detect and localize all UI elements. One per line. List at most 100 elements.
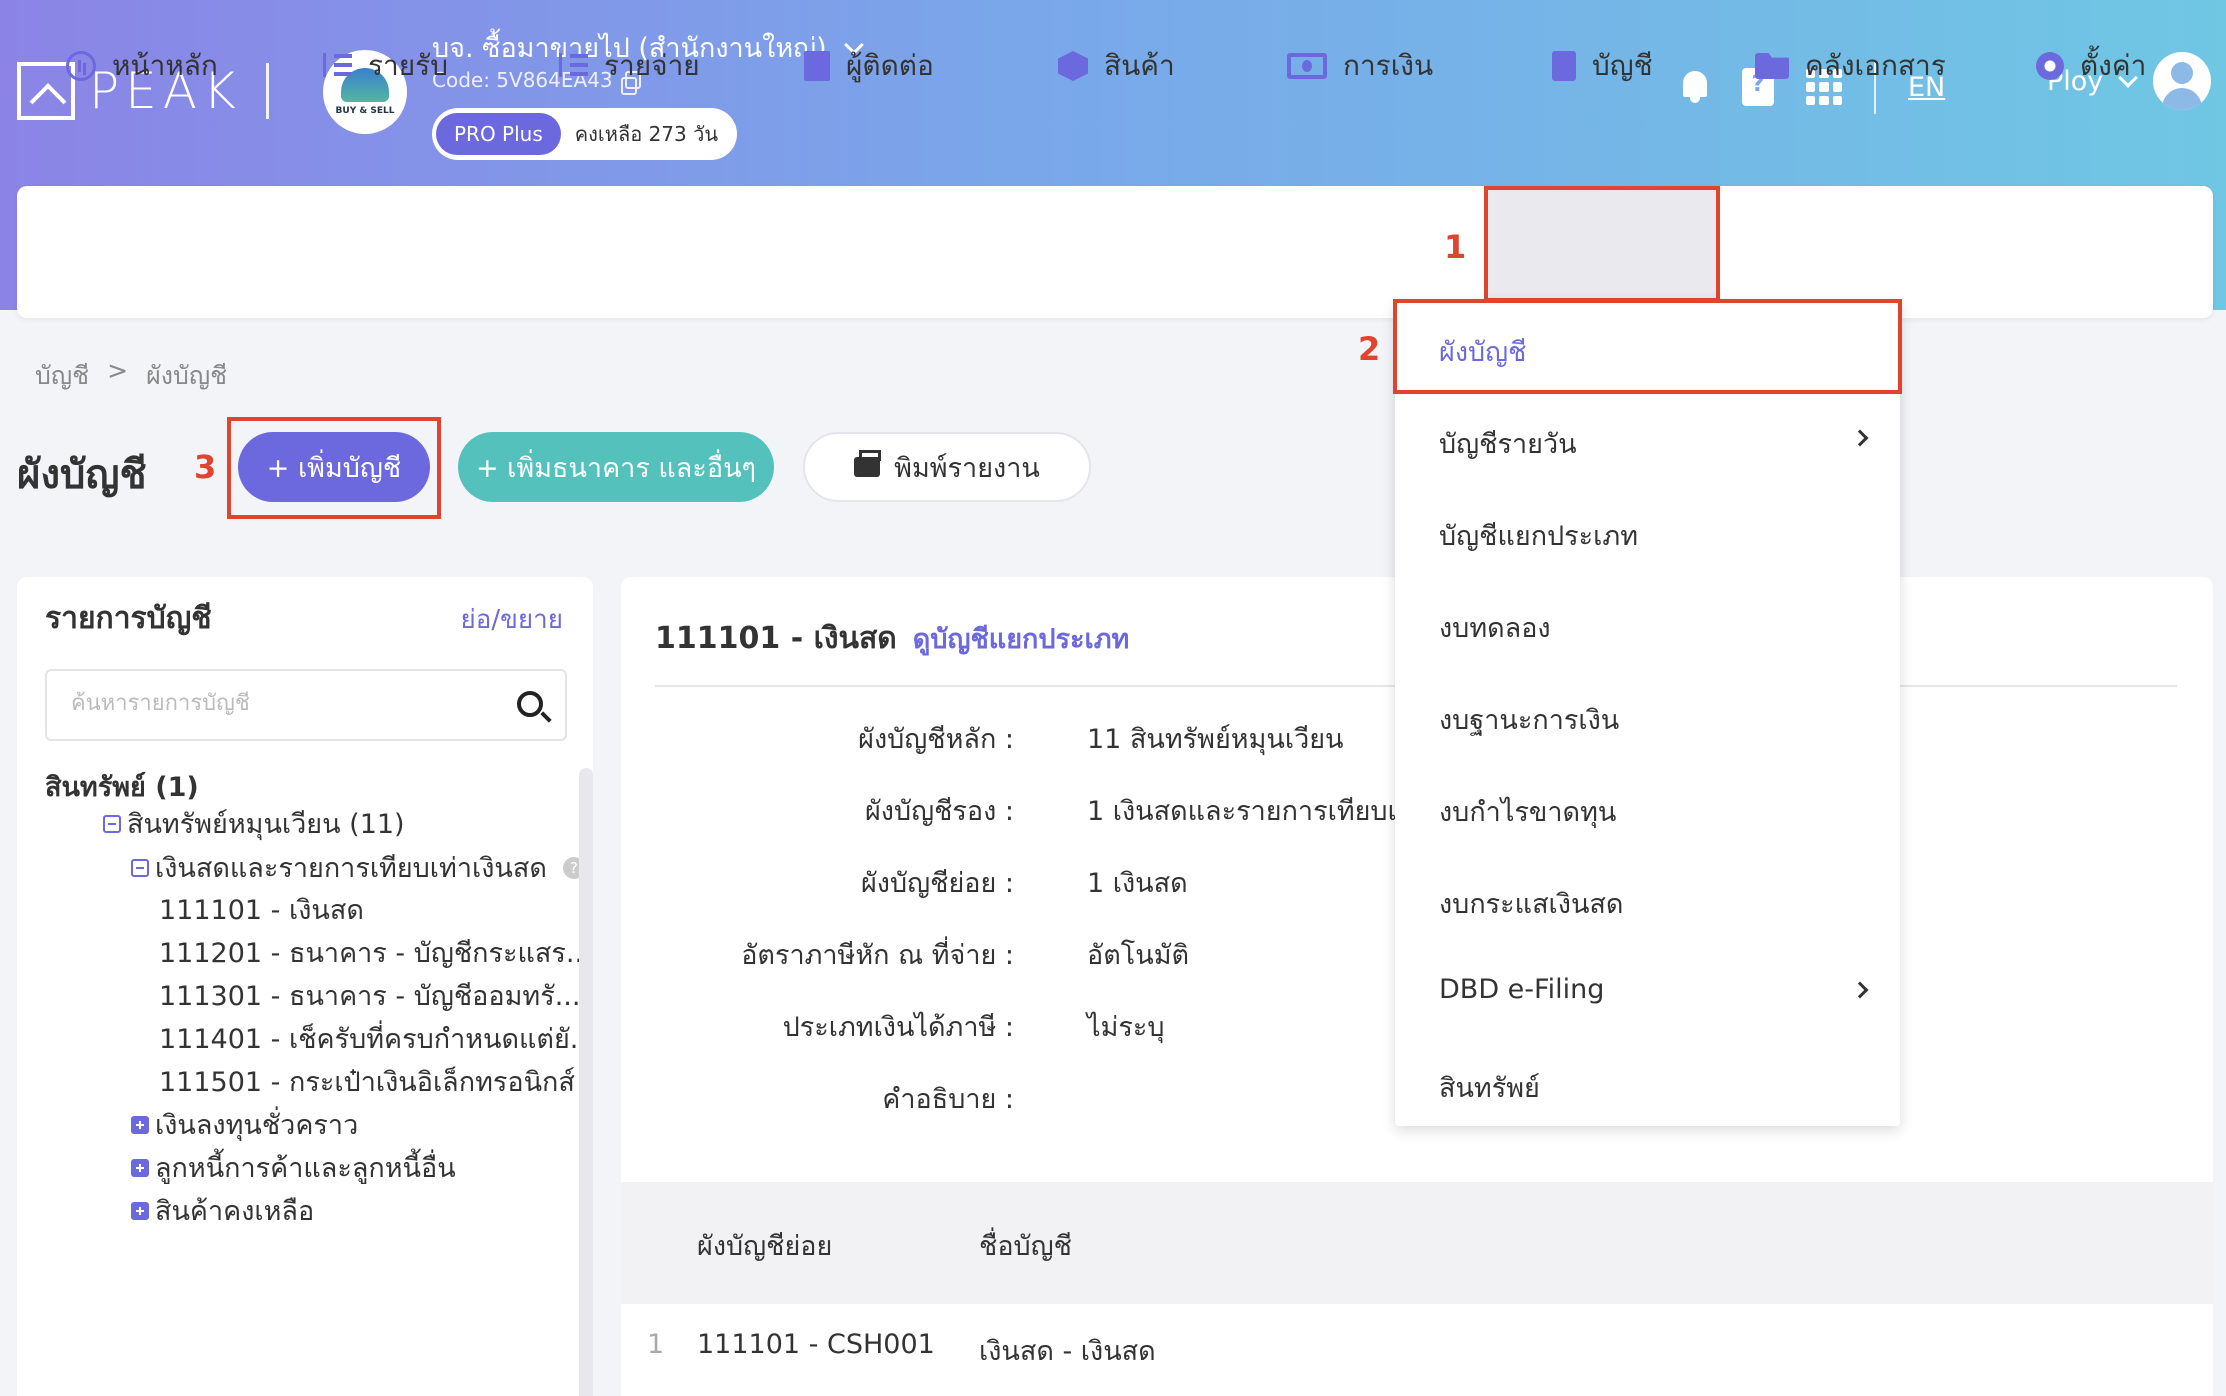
printer-icon — [854, 450, 882, 477]
row-index: 1 — [647, 1329, 665, 1360]
gear-icon — [2036, 52, 2064, 80]
tree-label: เงินลงทุนชั่วคราว — [155, 1110, 359, 1141]
finance-cash-icon — [1287, 53, 1327, 79]
page-title: ผังบัญชี — [17, 452, 147, 498]
tree-label: 111401 - เช็ครับที่ครบกำหนดแต่ยั... — [159, 1024, 596, 1055]
collapse-icon[interactable] — [103, 814, 121, 833]
nav-item-finance[interactable]: การเงิน — [1287, 0, 1433, 132]
expand-icon[interactable] — [131, 1158, 149, 1177]
menu-item-assets[interactable]: สินทรัพย์ — [1439, 1066, 1540, 1109]
search-icon[interactable] — [517, 691, 543, 717]
nav-item-documents[interactable]: คลังเอกสาร — [1755, 0, 1946, 132]
menu-item-trial-balance[interactable]: งบทดลอง — [1439, 606, 1551, 649]
tree-node[interactable]: เงินสดและรายการเทียบเท่าเงินสด ? — [131, 846, 585, 889]
tree-leaf[interactable]: 111301 - ธนาคาร - บัญชีออมทรั... — [159, 974, 580, 1017]
tree-node[interactable]: สินทรัพย์หมุนเวียน (11) — [103, 802, 405, 845]
menu-item-balance-sheet[interactable]: งบฐานะการเงิน — [1439, 698, 1619, 741]
nav-item-settings[interactable]: ตั้งค่า — [2036, 0, 2146, 132]
menu-item-cash-flow[interactable]: งบกระแสเงินสด — [1439, 882, 1623, 925]
chart-of-accounts-highlight — [1393, 299, 1902, 394]
field-value: ไม่ระบุ — [1087, 1012, 1165, 1043]
account-detail-heading: 111101 - เงินสด ดูบัญชีแยกประเภท — [655, 615, 1129, 662]
expand-icon[interactable] — [131, 1201, 149, 1220]
breadcrumb: บัญชี > ผังบัญชี — [35, 356, 227, 396]
field-label: ประเภทเงินได้ภาษี : — [782, 1012, 1014, 1043]
tree-label: 111301 - ธนาคาร - บัญชีออมทรั... — [159, 981, 581, 1012]
add-bank-button[interactable]: + เพิ่มธนาคาร และอื่นๆ — [458, 432, 774, 502]
contacts-icon — [804, 51, 830, 81]
nav-item-products[interactable]: สินค้า — [1058, 0, 1175, 132]
nav-item-home[interactable]: หน้าหลัก — [66, 0, 218, 132]
column-header: ชื่อบัญชี — [979, 1231, 1073, 1262]
collapse-icon[interactable] — [131, 858, 149, 877]
tree-leaf[interactable]: 111501 - กระเป๋าเงินอิเล็กทรอนิกส์ — [159, 1060, 575, 1103]
breadcrumb-root[interactable]: บัญชี — [35, 356, 89, 396]
field-value: 1 เงินสด — [1087, 868, 1188, 899]
user-avatar-icon — [2153, 52, 2212, 110]
nav-label: หน้าหลัก — [112, 49, 218, 82]
breadcrumb-current: ผังบัญชี — [146, 361, 228, 390]
ledger-icon — [1552, 51, 1576, 81]
view-ledger-link[interactable]: ดูบัญชีแยกประเภท — [913, 617, 1130, 660]
field-label: อัตราภาษีหัก ณ ที่จ่าย : — [741, 940, 1014, 971]
tree-label: 111101 - เงินสด — [159, 895, 364, 926]
tree-label: 111201 - ธนาคาร - บัญชีกระแสร... — [159, 938, 592, 969]
field-label: ผังบัญชีรอง : — [864, 796, 1014, 827]
plan-badge: PRO Plus — [436, 113, 561, 155]
annotation-step-3: 3 — [194, 448, 217, 486]
annotation-step-2: 2 — [1358, 330, 1381, 368]
expand-icon[interactable] — [131, 1115, 149, 1134]
tree-leaf[interactable]: 111101 - เงินสด — [159, 888, 364, 931]
accounting-dropdown-menu: ผังบัญชี บัญชีรายวัน บัญชีแยกประเภท งบทด… — [1395, 300, 1900, 1126]
field-value: 1 เงินสดและรายการเทียบเท่ — [1087, 796, 1415, 827]
annotation-step-1: 1 — [1444, 228, 1467, 266]
menu-item-dbd-efiling[interactable]: DBD e-Filing — [1439, 974, 1604, 1005]
field-value: 11 สินทรัพย์หมุนเวียน — [1087, 724, 1344, 755]
nav-item-income[interactable]: รายรับ — [322, 0, 448, 132]
account-search — [45, 669, 567, 741]
print-report-label: พิมพ์รายงาน — [894, 452, 1040, 484]
nav-active-highlight — [1484, 186, 1720, 302]
nav-label: รายรับ — [368, 49, 448, 82]
tree-leaf[interactable]: 111401 - เช็ครับที่ครบกำหนดแต่ยั... — [159, 1017, 596, 1060]
nav-label: บัญชี — [1592, 49, 1653, 82]
collapse-expand-toggle[interactable]: ย่อ/ขยาย — [461, 599, 563, 640]
nav-label: ตั้งค่า — [2080, 49, 2147, 82]
logo-divider — [265, 63, 269, 119]
nav-item-expense[interactable]: รายจ่าย — [558, 0, 700, 132]
expense-list-icon — [558, 51, 588, 81]
menu-item-journal[interactable]: บัญชีรายวัน — [1439, 422, 1577, 465]
tree-node[interactable]: ลูกหนี้การค้าและลูกหนี้อื่น — [131, 1146, 456, 1189]
nav-label: คลังเอกสาร — [1805, 49, 1946, 82]
tree-node[interactable]: สินค้าคงเหลือ — [131, 1189, 314, 1232]
account-heading: 111101 - เงินสด — [655, 621, 897, 656]
nav-label: รายจ่าย — [604, 49, 700, 82]
tree-label: สินทรัพย์หมุนเวียน (11) — [127, 809, 405, 840]
add-account-button[interactable]: + เพิ่มบัญชี — [238, 432, 430, 502]
nav-item-contacts[interactable]: ผู้ติดต่อ — [804, 0, 934, 132]
menu-item-general-ledger[interactable]: บัญชีแยกประเภท — [1439, 514, 1638, 557]
search-input[interactable] — [71, 691, 491, 716]
tree-node[interactable]: เงินลงทุนชั่วคราว — [131, 1103, 358, 1146]
tree-label: เงินสดและรายการเทียบเท่าเงินสด — [155, 853, 547, 884]
product-box-icon — [1058, 51, 1088, 81]
account-list-scrollbar[interactable] — [579, 768, 593, 1396]
row-name: เงินสด - เงินสด — [979, 1336, 1156, 1367]
row-code[interactable]: 111101 - CSH001 — [697, 1329, 935, 1360]
dashboard-icon — [66, 51, 96, 81]
field-label: คำอธิบาย : — [882, 1084, 1014, 1115]
chevron-right-icon — [1851, 429, 1869, 447]
column-header: ผังบัญชีย่อย — [697, 1231, 833, 1262]
nav-label: สินค้า — [1104, 49, 1175, 82]
breadcrumb-separator: > — [107, 356, 129, 385]
field-label: ผังบัญชีย่อย : — [860, 868, 1014, 899]
chevron-right-icon — [1851, 981, 1869, 999]
tree-label: 111501 - กระเป๋าเงินอิเล็กทรอนิกส์ — [159, 1067, 575, 1098]
tree-leaf[interactable]: 111201 - ธนาคาร - บัญชีกระแสร... — [159, 931, 592, 974]
tree-label: สินค้าคงเหลือ — [155, 1196, 315, 1227]
bell-icon[interactable] — [1680, 69, 1710, 105]
print-report-button[interactable]: พิมพ์รายงาน — [803, 432, 1091, 502]
menu-item-income-statement[interactable]: งบกำไรขาดทุน — [1439, 790, 1616, 833]
nav-item-accounting[interactable]: บัญชี — [1552, 0, 1653, 132]
account-list-title: รายการบัญชี — [45, 601, 212, 636]
